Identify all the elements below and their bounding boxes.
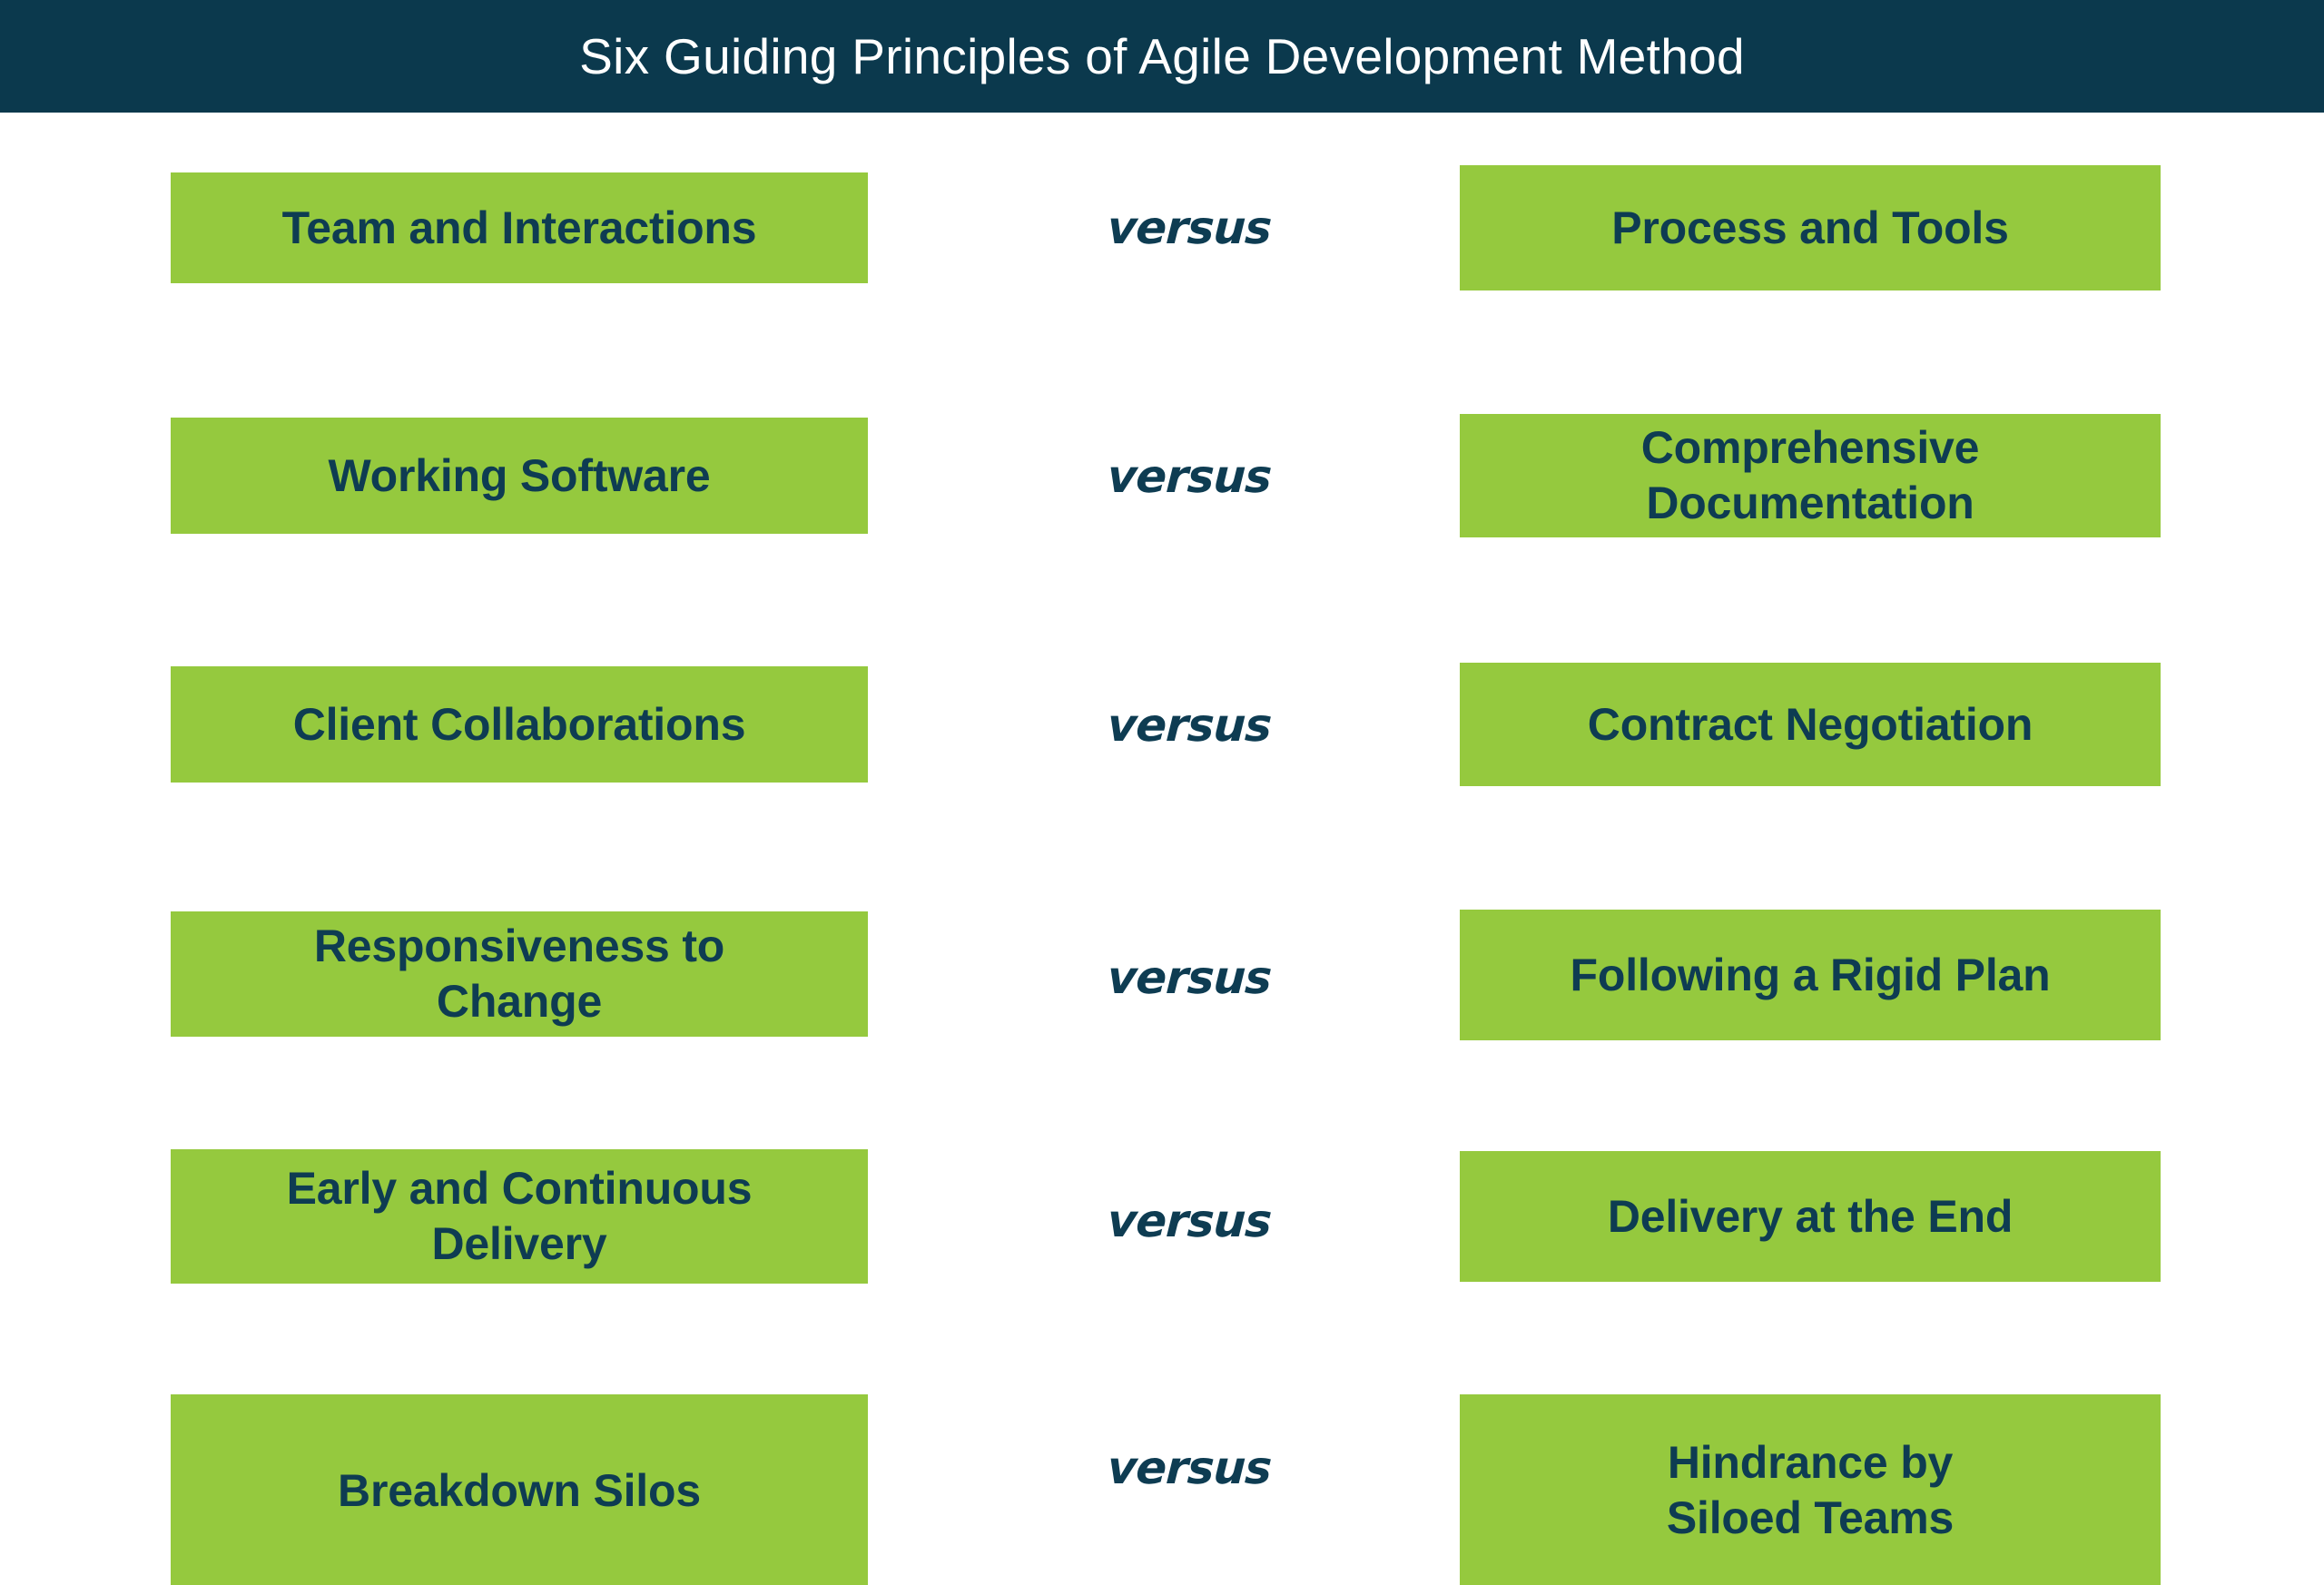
comparison-row: Team and Interactions versus Process and… bbox=[0, 165, 2324, 290]
traditional-value-box: Hindrance by Siloed Teams bbox=[1460, 1394, 2161, 1585]
agile-value-label: Early and Continuous Delivery bbox=[286, 1163, 753, 1269]
versus-label: versus bbox=[1106, 699, 1273, 752]
page-title: Six Guiding Principles of Agile Developm… bbox=[579, 27, 1745, 84]
header-bar: Six Guiding Principles of Agile Developm… bbox=[0, 0, 2324, 113]
versus-label: versus bbox=[1106, 1442, 1273, 1494]
comparison-row: Responsiveness to Change versus Followin… bbox=[0, 910, 2324, 1040]
agile-value-box: Client Collaborations bbox=[171, 666, 868, 783]
agile-value-label: Responsiveness to Change bbox=[313, 920, 725, 1027]
versus-label: versus bbox=[1106, 202, 1273, 254]
traditional-value-label: Contract Negotiation bbox=[1587, 698, 2034, 750]
comparison-row: Client Collaborations versus Contract Ne… bbox=[0, 663, 2324, 786]
traditional-value-box: Comprehensive Documentation bbox=[1460, 414, 2161, 537]
traditional-value-box: Following a Rigid Plan bbox=[1460, 910, 2161, 1040]
traditional-value-box: Contract Negotiation bbox=[1460, 663, 2161, 786]
traditional-value-label: Following a Rigid Plan bbox=[1570, 949, 2051, 1000]
agile-value-box: Working Software bbox=[171, 418, 868, 534]
comparison-row: Breakdown Silos versus Hindrance by Silo… bbox=[0, 1394, 2324, 1585]
traditional-value-label: Hindrance by Siloed Teams bbox=[1666, 1437, 1955, 1543]
traditional-value-label: Delivery at the End bbox=[1607, 1190, 2014, 1242]
versus-label: versus bbox=[1106, 450, 1273, 503]
agile-value-label: Team and Interactions bbox=[281, 202, 757, 253]
agile-value-label: Client Collaborations bbox=[292, 698, 746, 750]
versus-label: versus bbox=[1106, 951, 1273, 1004]
traditional-value-label: Comprehensive Documentation bbox=[1640, 422, 1980, 528]
comparison-row: Working Software versus Comprehensive Do… bbox=[0, 414, 2324, 537]
traditional-value-box: Process and Tools bbox=[1460, 165, 2161, 290]
agile-value-box: Responsiveness to Change bbox=[171, 911, 868, 1037]
agile-principles-infographic: Six Guiding Principles of Agile Developm… bbox=[0, 0, 2324, 1585]
agile-value-box: Early and Continuous Delivery bbox=[171, 1149, 868, 1284]
traditional-value-box: Delivery at the End bbox=[1460, 1151, 2161, 1282]
comparison-row: Early and Continuous Delivery versus Del… bbox=[0, 1149, 2324, 1284]
agile-value-box: Team and Interactions bbox=[171, 172, 868, 283]
agile-value-label: Working Software bbox=[328, 449, 711, 501]
traditional-value-label: Process and Tools bbox=[1611, 202, 2009, 253]
agile-value-label: Breakdown Silos bbox=[338, 1464, 701, 1516]
agile-value-box: Breakdown Silos bbox=[171, 1394, 868, 1585]
versus-label: versus bbox=[1106, 1195, 1273, 1247]
